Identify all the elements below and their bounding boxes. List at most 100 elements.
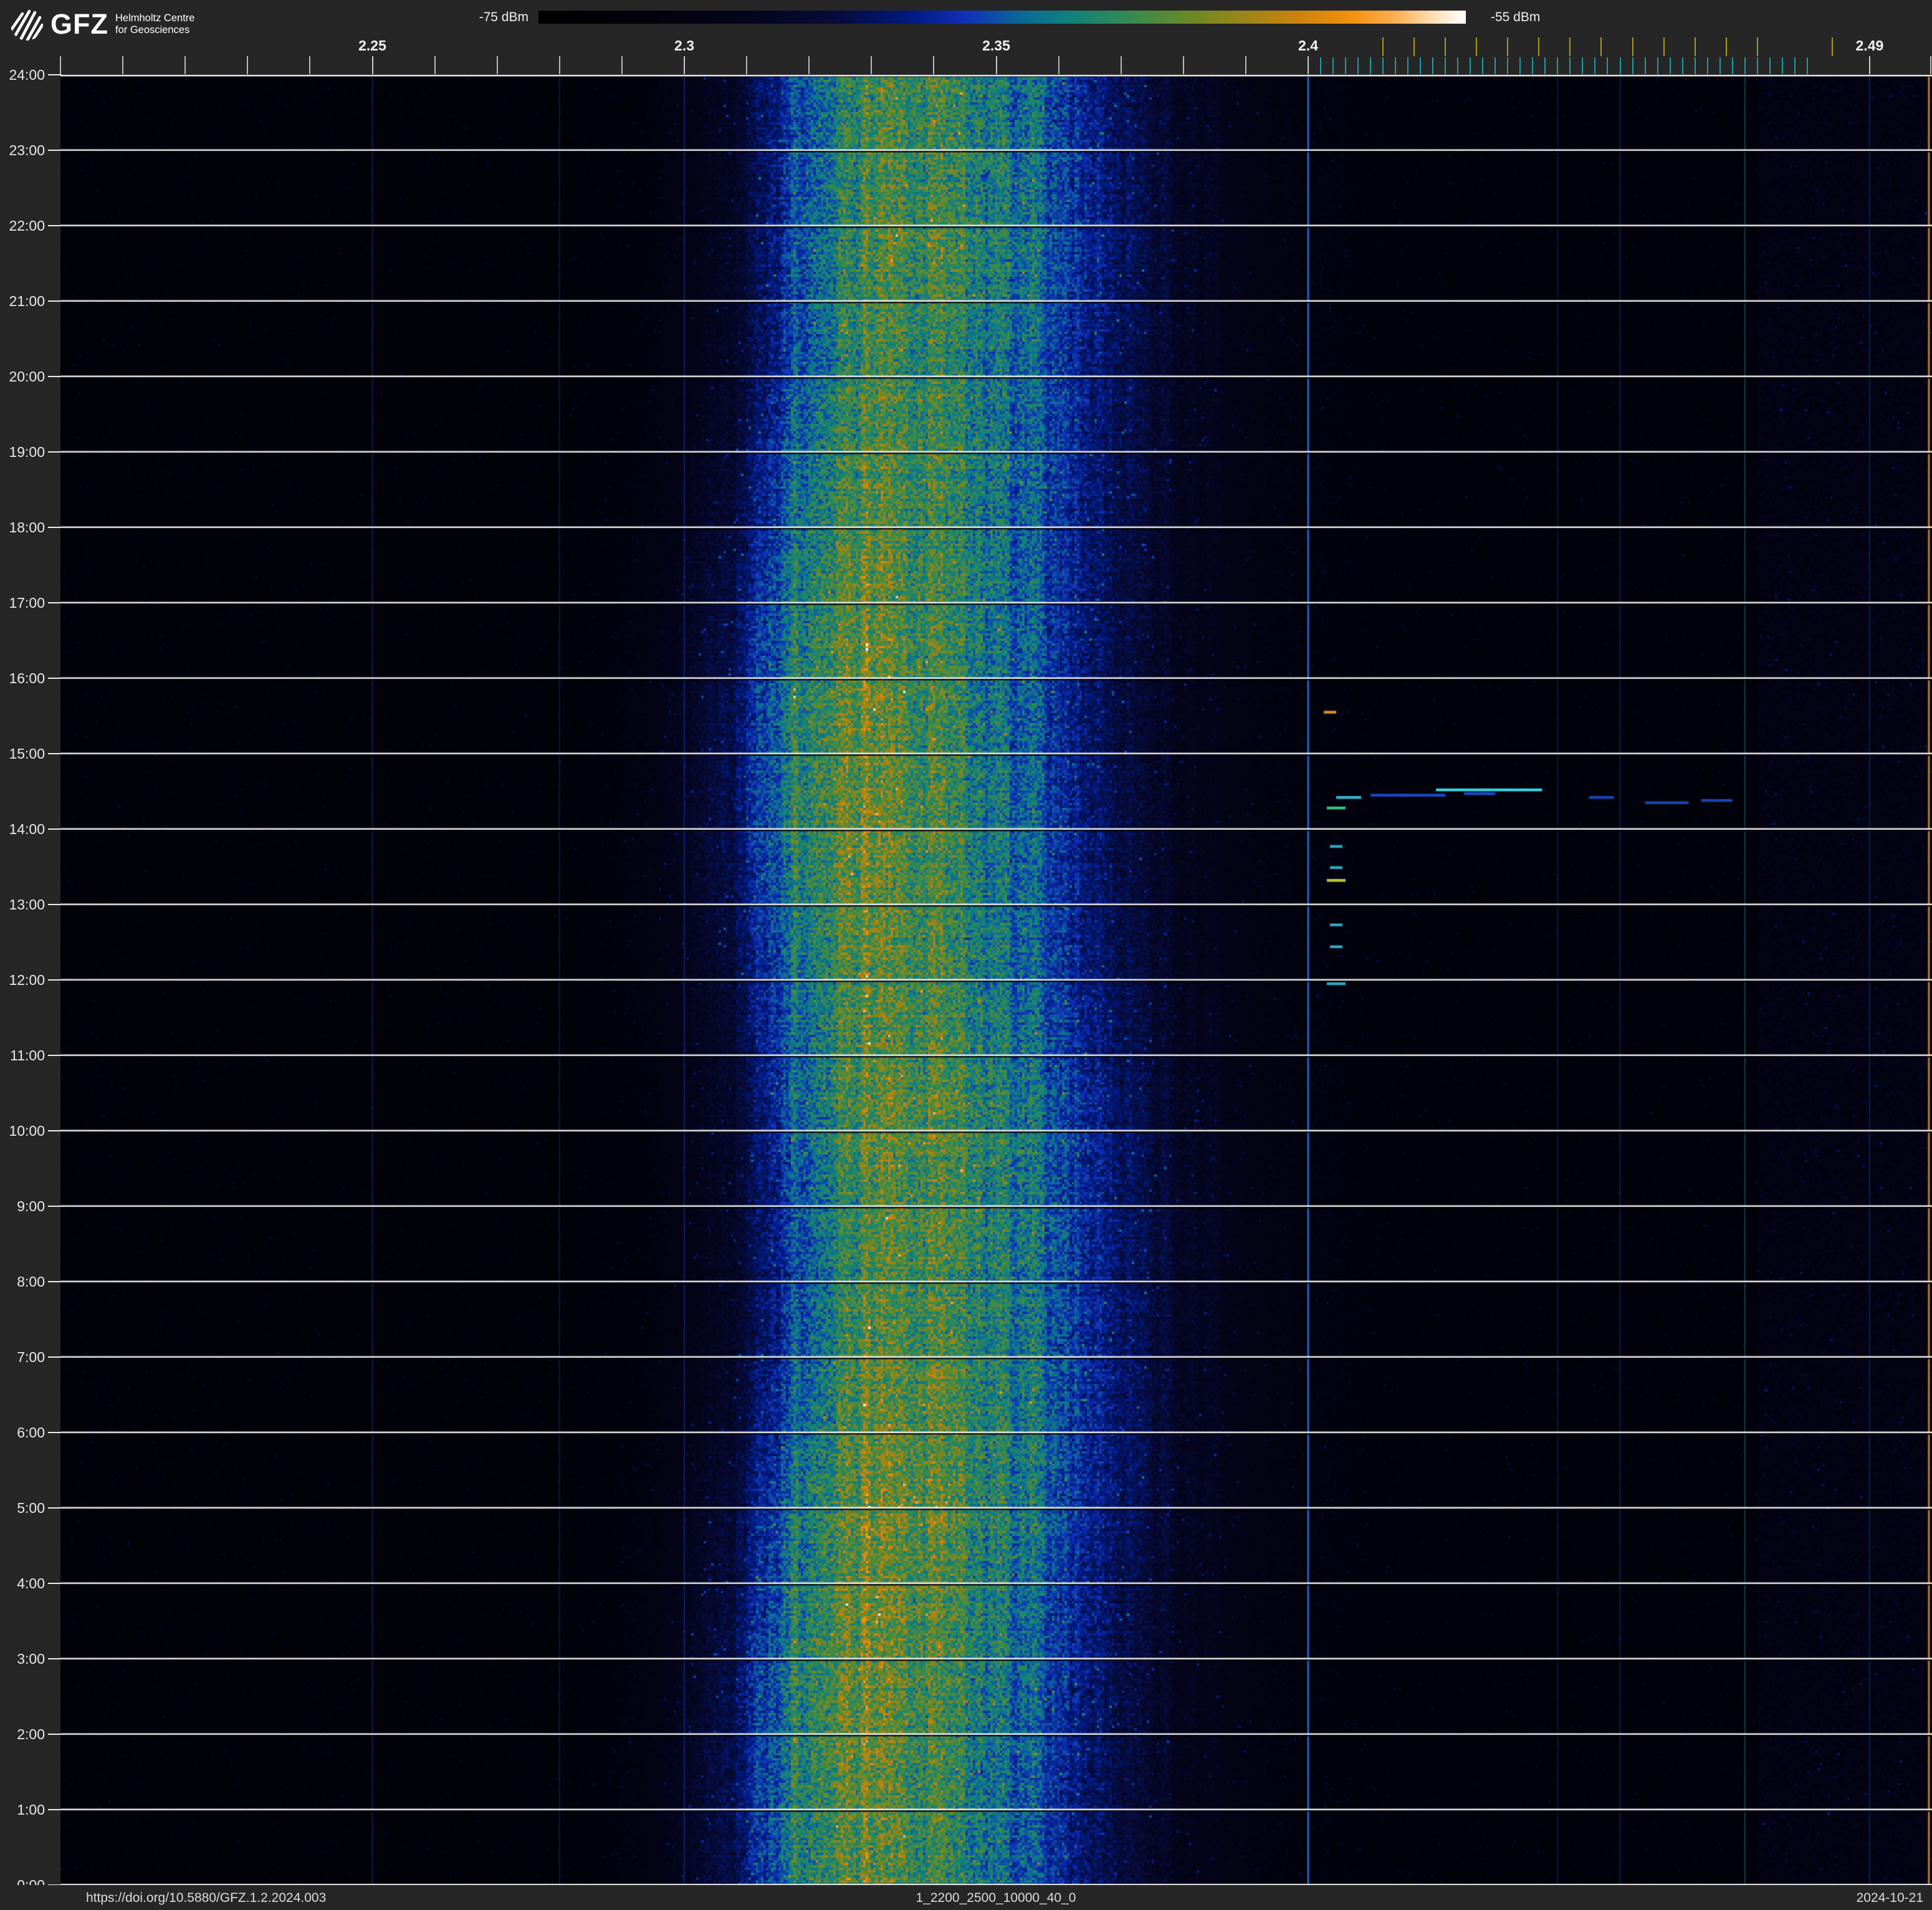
time-tick-mark — [48, 300, 62, 302]
wifi-channel-tick — [1831, 37, 1833, 56]
time-tick-mark — [48, 1055, 62, 1056]
wifi-channel-tick — [1632, 37, 1633, 56]
ble-channel-tick — [1781, 57, 1783, 74]
ble-channel-tick — [1382, 57, 1384, 74]
footer-bar: https://doi.org/10.5880/GFZ.1.2.2024.003… — [0, 1885, 1932, 1910]
time-tick-mark — [48, 1432, 62, 1433]
doi-link[interactable]: https://doi.org/10.5880/GFZ.1.2.2024.003 — [86, 1891, 326, 1906]
freq-minor-tick — [434, 56, 436, 74]
time-tick-mark — [48, 753, 62, 754]
time-tick-label: 24:00 — [9, 67, 45, 83]
wifi-channel-tick — [1507, 37, 1509, 56]
wifi-channel-tick — [1600, 37, 1602, 56]
time-tick-label: 20:00 — [9, 368, 45, 385]
freq-minor-tick — [1930, 56, 1931, 74]
time-tick-label: 8:00 — [17, 1274, 45, 1290]
freq-major-tick — [1308, 56, 1309, 74]
wifi-channel-tick — [1538, 37, 1540, 56]
spectrogram-canvas — [60, 75, 1932, 1885]
freq-minor-tick — [1120, 56, 1122, 74]
freq-minor-tick — [309, 56, 311, 74]
time-tick-mark — [48, 225, 62, 226]
ble-channel-tick — [1320, 57, 1322, 74]
time-tick-label: 1:00 — [17, 1802, 45, 1818]
wifi-channel-tick — [1382, 37, 1384, 56]
ble-channel-tick — [1681, 57, 1683, 74]
ble-channel-tick — [1370, 57, 1372, 74]
time-tick-label: 10:00 — [9, 1123, 45, 1139]
time-tick-label: 3:00 — [17, 1651, 45, 1667]
ble-channel-tick — [1395, 57, 1397, 74]
time-tick-label: 15:00 — [9, 746, 45, 762]
time-tick-mark — [48, 904, 62, 905]
time-tick-label: 19:00 — [9, 444, 45, 460]
time-tick-mark — [48, 1356, 62, 1358]
ble-channel-tick — [1706, 57, 1708, 74]
ble-channel-tick — [1632, 57, 1633, 74]
freq-minor-tick — [122, 56, 124, 74]
ble-channel-tick — [1494, 57, 1496, 74]
ble-channel-tick — [1657, 57, 1658, 74]
ble-channel-tick — [1669, 57, 1671, 74]
time-tick-label: 23:00 — [9, 142, 45, 158]
freq-minor-tick — [558, 56, 560, 74]
time-tick-label: 9:00 — [17, 1198, 45, 1214]
freq-minor-tick — [496, 56, 498, 74]
time-tick-mark — [48, 678, 62, 679]
ble-channel-tick — [1794, 57, 1796, 74]
ble-channel-tick — [1756, 57, 1758, 74]
freq-major-tick — [995, 56, 997, 74]
time-tick-mark — [48, 1130, 62, 1131]
ble-channel-tick — [1357, 57, 1359, 74]
ble-channel-tick — [1345, 57, 1347, 74]
ble-channel-tick — [1594, 57, 1596, 74]
ble-channel-tick — [1532, 57, 1534, 74]
time-tick-label: 11:00 — [10, 1047, 45, 1063]
ble-channel-tick — [1744, 57, 1746, 74]
time-tick-mark — [48, 1206, 62, 1207]
time-tick-label: 18:00 — [9, 519, 45, 535]
time-tick-mark — [48, 376, 62, 377]
freq-tick-label: 2.35 — [982, 37, 1010, 54]
ble-channel-tick — [1407, 57, 1409, 74]
ble-channel-tick — [1582, 57, 1584, 74]
ble-channel-tick — [1719, 57, 1721, 74]
time-tick-label: 16:00 — [9, 670, 45, 686]
ble-channel-tick — [1507, 57, 1509, 74]
ble-channel-tick — [1519, 57, 1521, 74]
time-tick-label: 17:00 — [9, 595, 45, 611]
wifi-channel-tick — [1694, 37, 1696, 56]
freq-minor-tick — [808, 56, 810, 74]
time-tick-mark — [48, 979, 62, 981]
freq-tick-label: 2.25 — [358, 37, 386, 54]
freq-tick-label: 2.4 — [1298, 37, 1318, 54]
freq-minor-tick — [1058, 56, 1059, 74]
ble-channel-tick — [1457, 57, 1459, 74]
wifi-channel-tick — [1413, 37, 1415, 56]
time-tick-label: 2:00 — [17, 1726, 45, 1742]
time-tick-mark — [48, 451, 62, 453]
time-tick-label: 6:00 — [17, 1424, 45, 1441]
wifi-channel-tick — [1663, 37, 1665, 56]
time-tick-mark — [48, 527, 62, 528]
freq-major-tick — [684, 56, 685, 74]
frequency-axis: 2.25 2.3 2.35 2.4 2.49 — [0, 0, 1932, 75]
time-tick-mark — [48, 150, 62, 151]
time-tick-mark — [48, 1809, 62, 1810]
time-tick-label: 5:00 — [17, 1500, 45, 1516]
freq-major-tick — [371, 56, 373, 74]
freq-minor-tick — [184, 56, 186, 74]
time-tick-mark — [48, 1734, 62, 1735]
time-tick-mark — [48, 1583, 62, 1584]
wifi-channel-tick — [1725, 37, 1727, 56]
ble-channel-tick — [1544, 57, 1546, 74]
time-tick-label: 14:00 — [9, 821, 45, 837]
time-tick-label: 7:00 — [17, 1349, 45, 1365]
ble-channel-tick — [1470, 57, 1471, 74]
time-tick-mark — [48, 74, 62, 75]
ble-channel-tick — [1644, 57, 1646, 74]
freq-minor-tick — [621, 56, 623, 74]
ble-channel-tick — [1694, 57, 1696, 74]
freq-minor-tick — [871, 56, 873, 74]
wifi-channel-tick — [1569, 37, 1571, 56]
